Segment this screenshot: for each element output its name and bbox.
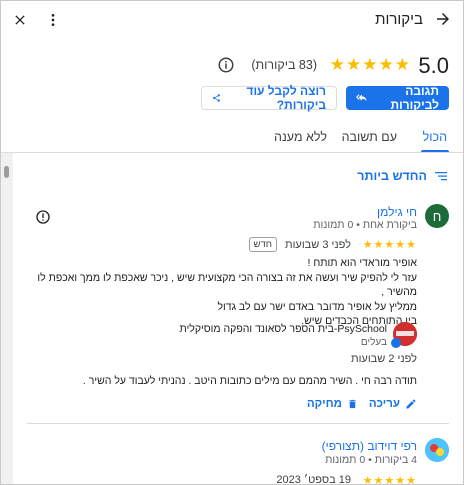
average-rating: 5.0 bbox=[418, 53, 449, 78]
delete-label: מחיקה bbox=[306, 398, 342, 410]
review-text: אופיר מוראדי הוא תותח ! עזר לי להפיק שיר… bbox=[27, 256, 417, 329]
review-text-line: ממליץ על אופיר מדובר באדם ישר עם לב גדול bbox=[217, 300, 417, 313]
tabs-divider bbox=[1, 152, 463, 153]
delete-reply-button[interactable]: מחיקה bbox=[307, 398, 358, 410]
reviewer-avatar[interactable]: ח bbox=[425, 204, 449, 228]
review-text-line: אופיר מוראדי הוא תותח ! bbox=[307, 257, 417, 269]
back-button[interactable] bbox=[433, 9, 453, 29]
scrollbar[interactable] bbox=[1, 153, 13, 484]
reply-to-reviews-label: תגובה לביקורות bbox=[390, 84, 439, 112]
scrollbar-thumb[interactable] bbox=[4, 166, 9, 178]
edit-reply-button[interactable]: עריכה bbox=[369, 398, 417, 410]
reviewer-name[interactable]: חי גילמן bbox=[377, 205, 417, 219]
review-date: 19 בספט׳ 2023 bbox=[276, 474, 351, 485]
report-flag-icon[interactable] bbox=[35, 209, 51, 225]
reply-to-reviews-button[interactable]: תגובה לביקורות bbox=[346, 84, 449, 112]
rating-stars: ★★★★★ bbox=[329, 55, 411, 74]
reply-all-icon bbox=[356, 93, 367, 102]
action-buttons: תגובה לביקורות רוצה לקבל עוד ביקורות? bbox=[201, 84, 449, 112]
close-icon bbox=[15, 15, 25, 25]
edit-label: עריכה bbox=[368, 398, 400, 410]
new-badge: חדש bbox=[248, 237, 277, 252]
tab-all[interactable]: הכול bbox=[423, 130, 447, 144]
page-title: ביקורות bbox=[375, 11, 423, 28]
rating-summary: 5.0 ★★★★★ (83 ביקורות) bbox=[15, 53, 449, 79]
top-bar: ביקורות bbox=[1, 1, 463, 39]
review-tabs: הכול עם תשובה ללא מענה bbox=[1, 130, 463, 153]
review-stars: ★★★★★ bbox=[362, 475, 417, 485]
more-vert-icon bbox=[51, 14, 55, 26]
owner-name: PsySchool-בית הספר לסאונד והפקה מוסיקלית bbox=[179, 323, 387, 335]
close-button[interactable] bbox=[9, 9, 31, 31]
trash-icon bbox=[349, 399, 356, 409]
info-icon[interactable] bbox=[217, 56, 235, 74]
owner-role: בעלים bbox=[360, 337, 387, 348]
reviewer-meta: 4 ביקורות • 0 תמונות bbox=[325, 454, 417, 466]
get-more-reviews-label: רוצה לקבל עוד ביקורות? bbox=[246, 84, 326, 112]
tab-with-reply[interactable]: עם תשובה bbox=[342, 130, 397, 144]
reviewer-name[interactable]: רפי דוידוב (תצורפי) bbox=[322, 439, 417, 453]
reply-text: תודה רבה חי . השיר מהמם עם מילים כתובות … bbox=[82, 375, 417, 387]
reviews-panel: ביקורות 5.0 ★★★★★ (83 ביקורות) תגובה לבי… bbox=[0, 0, 464, 485]
share-icon bbox=[213, 94, 220, 102]
verified-icon bbox=[391, 338, 401, 348]
more-options-button[interactable] bbox=[43, 9, 63, 31]
sort-label: החדש ביותר bbox=[357, 169, 427, 183]
review-text-line: עזר לי להפיק שיר ועשה את זה בצורה הכי מק… bbox=[37, 271, 417, 299]
arrow-right-icon bbox=[437, 13, 449, 25]
pencil-icon bbox=[406, 399, 416, 409]
tab-no-reply[interactable]: ללא מענה bbox=[274, 130, 327, 144]
review-date: לפני 3 שבועות bbox=[284, 239, 351, 251]
sort-dropdown[interactable]: החדש ביותר bbox=[357, 169, 447, 183]
reply-date: לפני 2 שבועות bbox=[350, 353, 417, 365]
reviewer-meta: ביקורת אחת • 0 תמונות bbox=[313, 219, 417, 231]
review-stars: ★★★★★ bbox=[362, 239, 417, 251]
sort-icon bbox=[435, 172, 447, 181]
review-divider bbox=[27, 423, 449, 424]
review-count: (83 ביקורות) bbox=[251, 58, 317, 72]
get-more-reviews-button[interactable]: רוצה לקבל עוד ביקורות? bbox=[201, 84, 337, 112]
reviewer-avatar[interactable] bbox=[425, 438, 449, 462]
